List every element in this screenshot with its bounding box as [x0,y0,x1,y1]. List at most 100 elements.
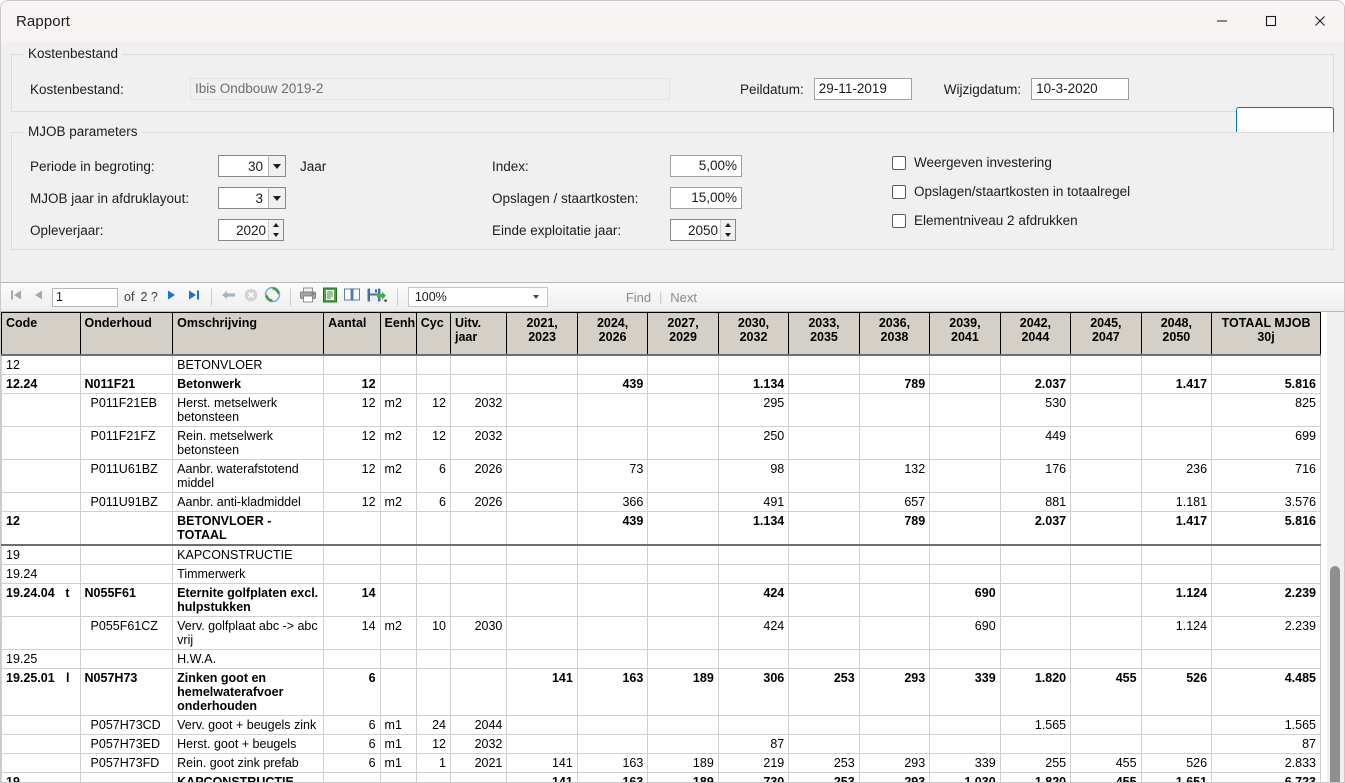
table-row[interactable]: 12 BETONVLOER [1,353,1321,375]
print-layout-button[interactable] [319,285,341,309]
scrollbar-thumb[interactable] [1330,566,1340,782]
last-page-button[interactable] [183,285,205,309]
col-header-2024-2026[interactable]: 2024, 2026 [576,312,649,355]
cell-year-0 [506,714,578,735]
periode-dropdown[interactable]: 30 [218,155,286,177]
col-header-2045-2047[interactable]: 2045, 2047 [1070,312,1142,355]
col-header-cyc[interactable]: Cyc [415,312,452,355]
table-row[interactable]: P011U61BZ Aanbr. waterafstotend middel 12 m… [1,458,1321,493]
col-header-2042-2044[interactable]: 2042, 2044 [999,312,1072,355]
next-page-button[interactable] [161,285,183,309]
cell-year-9 [1140,563,1213,584]
table-row[interactable]: P011U91BZ Aanbr. anti-kladmiddel 12 m2 6 2026… [1,491,1321,512]
table-row[interactable]: 19.24 Timmerwerk [1,563,1321,584]
col-header-2039-2041[interactable]: 2039, 2041 [929,312,1001,355]
zoom-dropdown[interactable]: 100% [407,287,548,307]
rapport-window: Rapport Kostenbestand Kostenbestand: Ibi… [0,0,1345,783]
table-row[interactable]: 19 KAPCONSTRUCTIE [1,543,1321,565]
cell-code [1,615,81,650]
print-button[interactable] [297,285,319,309]
spinner-down-icon[interactable] [721,230,735,240]
col-header-2030-2032[interactable]: 2030, 2032 [717,312,790,355]
col-header-omschrijving[interactable]: Omschrijving [172,312,325,355]
col-header-2021-2023[interactable]: 2021, 2023 [506,312,578,355]
col-header-totaal-mjob[interactable]: TOTAAL MJOB 30j [1211,312,1321,355]
page-setup-button[interactable] [341,285,363,309]
table-row[interactable]: 19.25 H.W.A. [1,648,1321,669]
col-header-2036-2038[interactable]: 2036, 2038 [858,312,931,355]
stop-button[interactable] [240,285,262,309]
checkbox-elementniveau-2[interactable]: Elementniveau 2 afdrukken [892,213,1130,228]
spinner-up-icon[interactable] [721,220,735,230]
col-header-aantal[interactable]: Aantal [323,312,381,355]
peildatum-label: Peildatum: [740,81,804,97]
col-header-2033-2035[interactable]: 2033, 2035 [788,312,860,355]
col-header-onderhoud[interactable]: Onderhoud [79,312,174,355]
cell-year-7: 2.037 [999,510,1072,545]
cell-aantal [323,648,381,669]
table-row[interactable]: 12 BETONVLOER - TOTAAL 439 1.134 789 2.037 1.4… [1,510,1321,545]
col-header-eenh[interactable]: Eenh [379,312,417,355]
col-header-2048-2050[interactable]: 2048, 2050 [1140,312,1213,355]
spinner-down-icon[interactable] [269,230,283,240]
col-header-code[interactable]: Code [1,312,81,355]
col-header-2027-2029[interactable]: 2027, 2029 [647,312,719,355]
minimize-button[interactable] [1197,1,1246,41]
cell-year-9: 1.417 [1140,510,1213,545]
opleverjaar-row: Opleverjaar: 2020 [30,219,326,241]
page-number-input[interactable]: 1 [52,287,118,307]
kostenbestand-value-field[interactable]: Ibis Ondbouw 2019-2 [190,78,670,100]
table-row[interactable]: P057H73FD Rein. goot zink prefab 6 m1 1 2021 1… [1,752,1321,773]
col-header-uitv-jaar[interactable]: Uitv. jaar [449,312,508,355]
table-row[interactable]: P055F61CZ Verv. golfplaat abc -> abc vrij… [1,615,1321,650]
opslagen-input[interactable]: 15,00% [670,187,742,209]
vertical-scrollbar[interactable] [1327,312,1344,782]
cell-year-4 [788,648,860,669]
cell-year-4 [788,714,860,735]
table-row[interactable]: 19 KAPCONSTRUCTIE - TOTAAL 141163189730253… [1,771,1321,782]
cell-year-3: 219 [717,752,790,773]
first-page-button[interactable] [5,285,27,309]
einde-exploitatie-stepper[interactable]: 2050 [670,219,736,241]
opleverjaar-stepper[interactable]: 2020 [218,219,284,241]
close-button[interactable] [1295,1,1344,41]
refresh-button[interactable] [262,285,284,309]
checkbox-weergeven-investering[interactable]: Weergeven investering [892,155,1130,170]
table-row[interactable]: P011F21FZ Rein. metselwerk betonsteen 12 m2… [1,425,1321,460]
cell-year-3 [717,714,790,735]
cell-aantal [323,353,381,375]
cell-year-0 [506,543,578,565]
cell-year-2 [647,543,719,565]
next-link[interactable]: Next [670,290,697,305]
spinner-buttons[interactable] [268,220,283,240]
checkbox-box-icon[interactable] [892,213,906,228]
cell-eenh [379,563,417,584]
cell-year-5 [858,392,931,427]
spinner-buttons[interactable] [720,220,735,240]
back-button[interactable] [218,285,240,309]
cell-year-5 [858,425,931,460]
spinner-up-icon[interactable] [269,220,283,230]
next-page-icon [165,288,179,307]
checkbox-opslagen-totaalregel[interactable]: Opslagen/staartkosten in totaalregel [892,184,1130,199]
cell-year-6 [929,648,1001,669]
mjob-jaar-dropdown[interactable]: 3 [218,187,286,209]
periode-row: Periode in begroting: 30 Jaar [30,155,326,177]
cell-year-0 [506,563,578,584]
wijzigdatum-input[interactable]: 10-3-2020 [1031,78,1130,100]
checkbox-box-icon[interactable] [892,184,906,199]
previous-page-button[interactable] [27,285,49,309]
table-row[interactable]: P057H73ED Herst. goot + beugels 6 m1 12 2032 8… [1,733,1321,754]
table-row[interactable]: P011F21EB Herst. metselwerk betonsteen 12 m… [1,392,1321,427]
index-input[interactable]: 5,00% [670,155,742,177]
table-row[interactable]: 12.24 N011F21 Betonwerk 12 439 1.134 789 2.037 1… [1,373,1321,394]
maximize-button[interactable] [1246,1,1295,41]
export-button[interactable] [363,285,391,309]
find-link[interactable]: Find [626,290,651,305]
table-row[interactable]: 19.25.01 l N057H73 Zinken goot en hemelwate… [1,667,1321,716]
checkbox-box-icon[interactable] [892,155,906,170]
cell-year-1 [576,425,649,460]
peildatum-input[interactable]: 29-11-2019 [813,78,912,100]
table-row[interactable]: 19.24.04 t N055F61 Eternite golfplaten excl… [1,582,1321,617]
table-row[interactable]: P057H73CD Verv. goot + beugels zink 6 m1 24 2… [1,714,1321,735]
